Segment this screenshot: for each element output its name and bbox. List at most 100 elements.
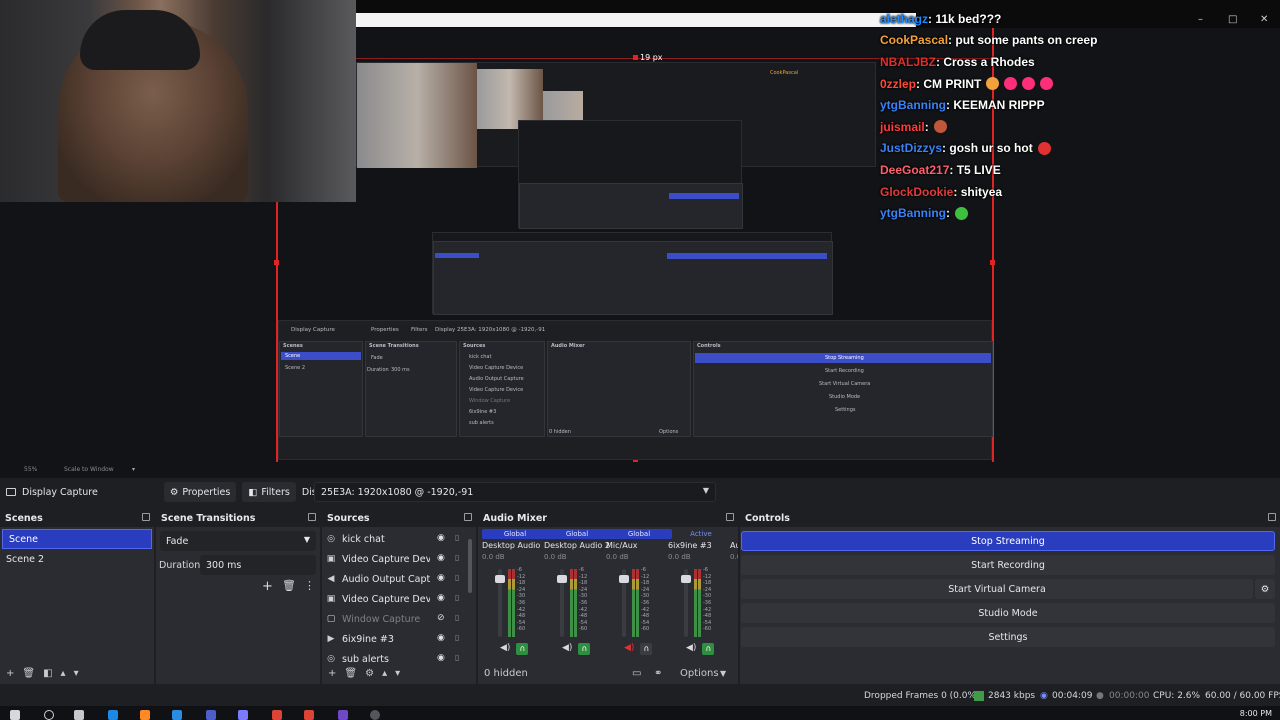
muted-speaker-icon[interactable]: ◀) [624, 643, 634, 655]
speaker-icon[interactable]: ◀) [562, 643, 572, 655]
link-icon[interactable]: ⚭ [654, 668, 662, 679]
lock-icon[interactable]: ▯ [455, 633, 464, 644]
chat-username: GlockDookie [880, 184, 954, 199]
chat-text: : shityea [953, 184, 1003, 199]
lock-icon[interactable]: ▯ [455, 653, 464, 662]
duration-input[interactable]: 300 ms [200, 555, 316, 575]
speaker-icon[interactable]: ◀) [500, 643, 510, 655]
volume-knob[interactable] [557, 575, 567, 583]
monitor-icon[interactable]: ∩ [578, 643, 591, 655]
properties-button[interactable]: ⚙ Properties [163, 482, 237, 502]
volume-knob[interactable] [681, 575, 691, 583]
volume-knob[interactable] [495, 575, 505, 583]
filter-icon[interactable]: ◧ [43, 668, 52, 679]
eye-hidden-icon[interactable]: ⊘ [437, 613, 448, 624]
channel-name[interactable]: 6ix9ine #3 [668, 541, 734, 550]
resize-handle-left[interactable] [274, 260, 279, 265]
nested-preview-2 [518, 120, 743, 229]
trash-icon[interactable]: 🗑 [344, 668, 357, 679]
add-icon[interactable]: + [328, 668, 336, 679]
eye-icon[interactable]: ◉ [437, 653, 448, 662]
virtual-camera-settings-button[interactable]: ⚙ [1255, 579, 1275, 599]
undock-icon[interactable] [464, 513, 472, 521]
more-icon[interactable]: ⋮ [304, 579, 315, 592]
app-icon[interactable] [338, 710, 348, 720]
firefox-icon[interactable] [140, 710, 150, 720]
filters-button[interactable]: ◧ Filters [242, 482, 296, 502]
resize-handle-top[interactable] [633, 55, 638, 60]
obs-icon[interactable] [370, 710, 380, 720]
speaker-icon[interactable]: ◀) [686, 643, 696, 655]
eye-icon[interactable]: ◉ [437, 553, 448, 564]
move-down-icon[interactable]: ▾ [395, 668, 400, 679]
options-button[interactable]: Options [680, 668, 719, 679]
eye-icon[interactable]: ◉ [437, 533, 448, 544]
discord-icon[interactable] [206, 710, 216, 720]
undock-icon[interactable] [308, 513, 316, 521]
channel-name[interactable]: Mic/Aux [606, 541, 672, 550]
preview-canvas[interactable]: – □ ✕ 19 px CookPascal Display Capture P… [0, 0, 1280, 478]
source-item[interactable]: ▣ Video Capture Device ◉ ▯ [322, 549, 476, 569]
monitor-icon[interactable]: ∩ [702, 643, 715, 655]
move-up-icon[interactable]: ▴ [61, 668, 66, 679]
lock-icon[interactable]: ▯ [455, 593, 464, 604]
chat-message: CookPascal: put some pants on creep [880, 30, 1280, 52]
app-icon[interactable] [238, 710, 248, 720]
display-select[interactable]: 25E3A: 1920x1080 @ -1920,-91 ▼ [314, 482, 716, 502]
lock-icon[interactable]: ▯ [455, 533, 464, 544]
start-virtual-camera-button[interactable]: Start Virtual Camera [741, 579, 1253, 599]
chat-text: : CM PRINT [916, 76, 982, 91]
source-item[interactable]: ▶ 6ix9ine #3 ◉ ▯ [322, 629, 476, 649]
chrome-icon[interactable] [304, 710, 314, 720]
studio-mode-button[interactable]: Studio Mode [741, 603, 1275, 623]
monitor-icon[interactable]: ∩ [516, 643, 529, 655]
scene-item[interactable]: Scene [2, 529, 152, 549]
source-item[interactable]: ◎ sub alerts ◉ ▯ [322, 649, 476, 662]
meter-scale: -6 -12 -18 -24 -30 -36 -42 -48 -54 -60 [579, 567, 587, 633]
eye-icon[interactable]: ◉ [437, 633, 448, 644]
channel-name[interactable]: Desktop Audio 2 [544, 541, 610, 550]
lock-icon[interactable]: ▯ [455, 613, 464, 624]
transition-select[interactable]: Fade ▼ [160, 531, 316, 551]
stop-streaming-button[interactable]: Stop Streaming [741, 531, 1275, 551]
monitor-icon[interactable]: ∩ [640, 643, 653, 655]
source-item[interactable]: ▢ Window Capture ⊘ ▯ [322, 609, 476, 629]
app-icon[interactable] [172, 710, 182, 720]
search-icon[interactable] [44, 710, 54, 720]
start-recording-button[interactable]: Start Recording [741, 555, 1275, 575]
eye-icon[interactable]: ◉ [437, 573, 448, 584]
channel-name[interactable]: Audio [730, 541, 738, 550]
trash-icon[interactable]: 🗑 [22, 668, 35, 679]
scale-mode[interactable]: Scale to Window [64, 466, 114, 473]
layout-icon[interactable]: ▭ [632, 668, 641, 679]
lock-icon[interactable]: ▯ [455, 573, 464, 584]
source-item[interactable]: ◀ Audio Output Capture ◉ ▯ [322, 569, 476, 589]
undock-icon[interactable] [142, 513, 150, 521]
trash-icon[interactable]: 🗑 [282, 579, 296, 592]
start-icon[interactable] [10, 710, 20, 720]
eye-icon[interactable]: ◉ [437, 593, 448, 604]
move-down-icon[interactable]: ▾ [74, 668, 79, 679]
move-up-icon[interactable]: ▴ [382, 668, 387, 679]
source-item[interactable]: ▣ Video Capture Device ◉ ▯ [322, 589, 476, 609]
source-item[interactable]: ◎ kick chat ◉ ▯ [322, 529, 476, 549]
scale-dropdown-icon[interactable]: ▾ [132, 466, 135, 473]
channel-db: 0.0 dB [606, 553, 629, 561]
settings-button[interactable]: Settings [741, 627, 1275, 647]
undock-icon[interactable] [1268, 513, 1276, 521]
lock-icon[interactable]: ▯ [455, 553, 464, 564]
zoom-level[interactable]: 55% [24, 466, 37, 473]
scene-item[interactable]: Scene 2 [0, 549, 154, 569]
edge-icon[interactable] [108, 710, 118, 720]
channel-name[interactable]: Desktop Audio [482, 541, 548, 550]
task-view-icon[interactable] [74, 710, 84, 720]
add-transition-icon[interactable]: + [262, 579, 273, 594]
resize-handle-right[interactable] [990, 260, 995, 265]
volume-knob[interactable] [619, 575, 629, 583]
gear-icon[interactable]: ⚙ [365, 668, 374, 679]
meter-tick: -18 [517, 580, 526, 587]
speaker-icon: ◀ [327, 574, 335, 584]
sources-scrollbar[interactable] [468, 539, 472, 593]
chrome-icon[interactable] [272, 710, 282, 720]
add-icon[interactable]: + [6, 668, 14, 679]
